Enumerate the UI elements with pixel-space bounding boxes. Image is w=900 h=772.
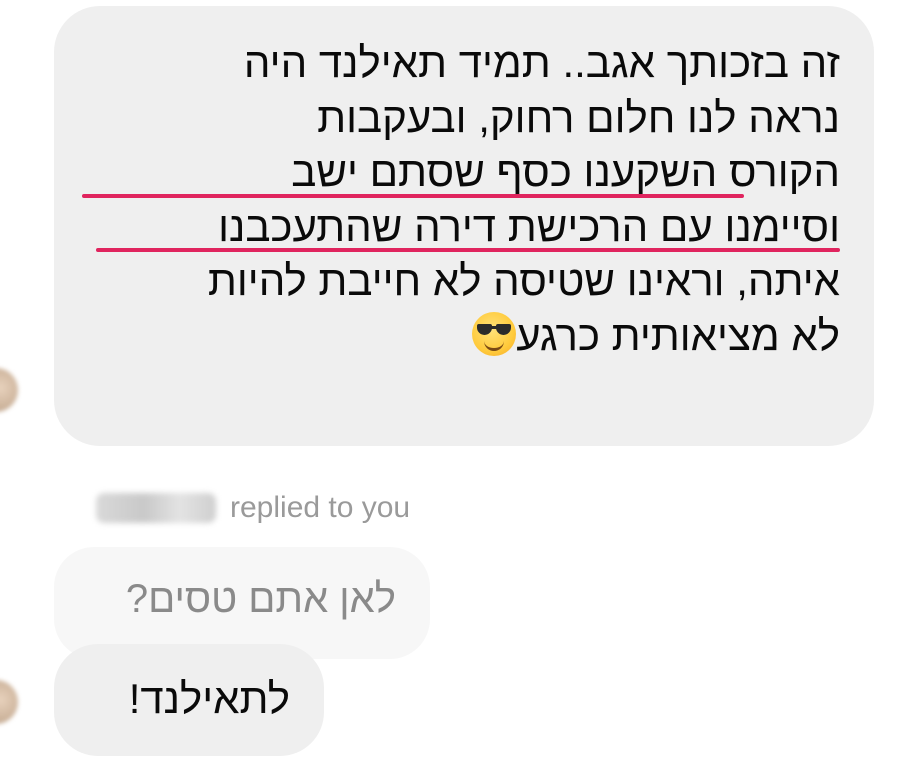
message-bubble[interactable]: זה בזכותך אגב.. תמיד תאילנד היה נראה לנו… bbox=[54, 6, 874, 446]
message-last-line: לא מציאותית כרגע bbox=[84, 309, 840, 364]
reply-message-bubble[interactable]: לתאילנד! bbox=[54, 644, 324, 756]
message-line: איתה, וראינו שטיסה לא חייבת להיות bbox=[207, 257, 840, 304]
message-line: זה בזכותך אגב.. תמיד תאילנד היה bbox=[243, 39, 840, 86]
reply-message-text: לתאילנד! bbox=[128, 675, 290, 722]
replied-to-you-label: replied to you bbox=[230, 491, 411, 524]
message-line-underlined: הקורס השקענו כסף שסתם ישב bbox=[82, 145, 840, 200]
blurred-sender-name bbox=[96, 493, 216, 523]
sunglasses-emoji-icon bbox=[472, 311, 517, 356]
sender-avatar[interactable] bbox=[0, 680, 18, 724]
sender-avatar[interactable] bbox=[0, 368, 18, 412]
reply-indicator: replied to you bbox=[96, 488, 410, 528]
message-line: נראה לנו חלום רחוק, ובעקבות bbox=[317, 93, 840, 141]
chat-thread: זה בזכותך אגב.. תמיד תאילנד היה נראה לנו… bbox=[0, 0, 900, 772]
quoted-message-text: לאן אתם טסים? bbox=[125, 577, 396, 621]
message-line-underlined: וסיימנו עם הרכישת דירה שהתעכבנו bbox=[84, 200, 840, 255]
quoted-message-bubble[interactable]: לאן אתם טסים? bbox=[54, 547, 430, 659]
message-line-text: לא מציאותית כרגע bbox=[516, 311, 840, 359]
